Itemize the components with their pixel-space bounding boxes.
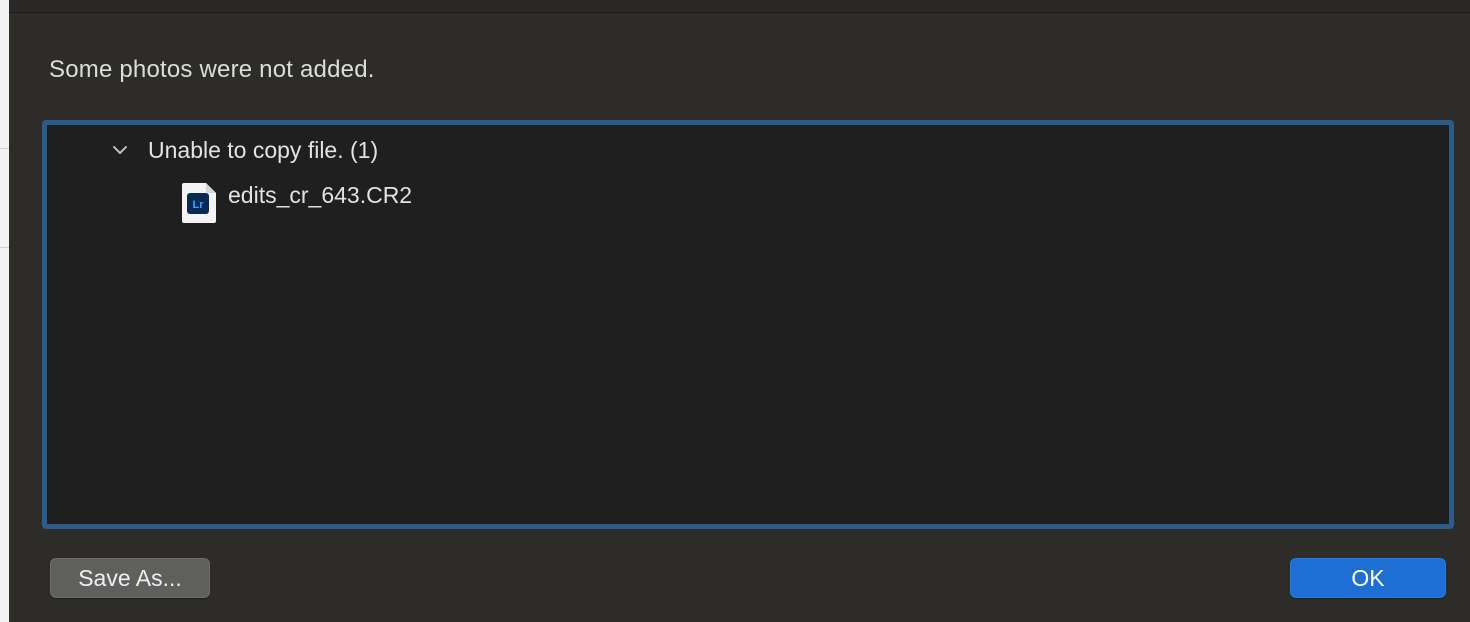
background-divider bbox=[0, 148, 9, 149]
lr-badge-text: Lr bbox=[193, 199, 205, 211]
file-name: edits_cr_643.CR2 bbox=[228, 182, 413, 208]
import-errors-dialog: Some photos were not added. Unable to co… bbox=[9, 0, 1470, 622]
background-divider bbox=[0, 247, 9, 248]
dialog-message: Some photos were not added. bbox=[49, 56, 375, 83]
error-group-label: Unable to copy file. (1) bbox=[148, 137, 379, 163]
error-group-row[interactable]: Unable to copy file. (1) bbox=[47, 133, 1449, 167]
screen: Some photos were not added. Unable to co… bbox=[0, 0, 1470, 622]
background-window bbox=[0, 0, 9, 622]
error-list[interactable]: Unable to copy file. (1) Lr edits_cr_643… bbox=[42, 120, 1454, 529]
save-as-button[interactable]: Save As... bbox=[50, 558, 210, 598]
ok-button[interactable]: OK bbox=[1290, 558, 1446, 598]
list-item[interactable]: Lr edits_cr_643.CR2 bbox=[47, 177, 1449, 224]
dialog-title-edge bbox=[9, 0, 1470, 13]
chevron-down-icon[interactable] bbox=[110, 140, 130, 160]
lightroom-file-icon: Lr bbox=[181, 182, 217, 224]
